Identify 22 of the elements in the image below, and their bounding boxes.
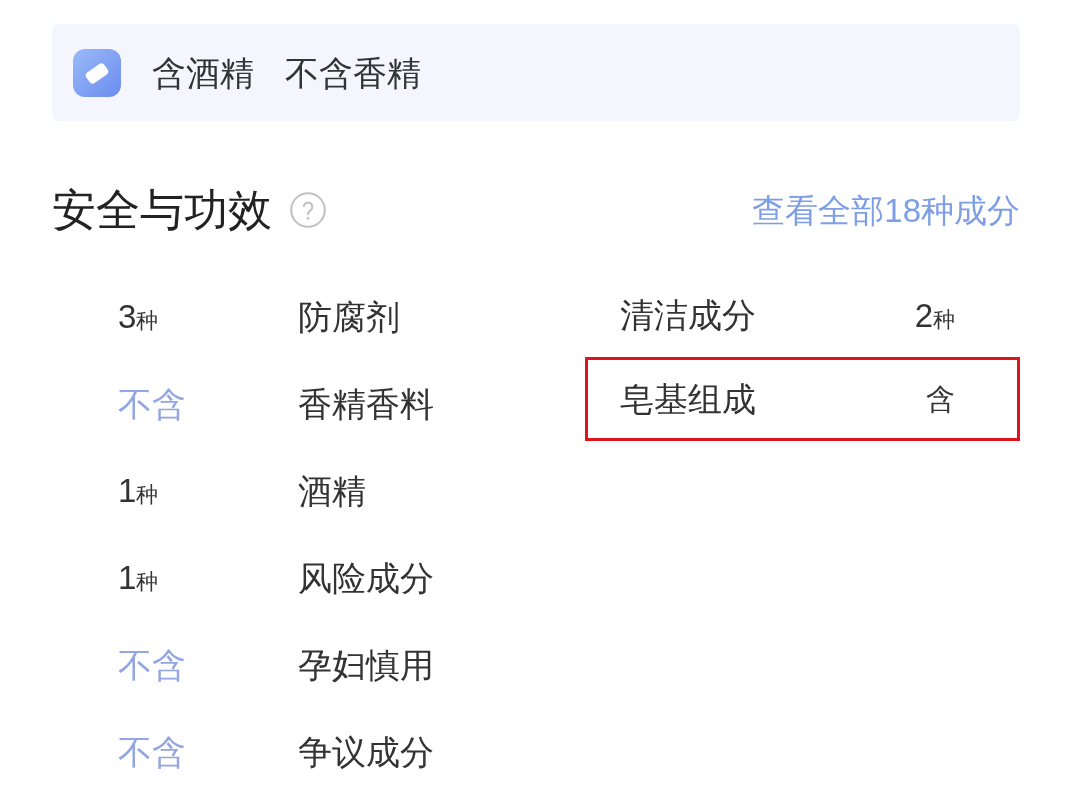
absent-text: 不含	[118, 647, 186, 682]
absent-text: 不含	[118, 734, 186, 769]
ingredient-label: 风险成分	[298, 560, 434, 595]
ingredient-label: 争议成分	[298, 734, 434, 769]
summary-tag: 不含香精	[285, 55, 421, 90]
view-all-link[interactable]: 查看全部18种成分	[752, 193, 1020, 227]
ingredient-label: 香精香料	[298, 386, 434, 421]
help-icon[interactable]	[290, 192, 326, 228]
ingredient-label: 防腐剂	[298, 299, 400, 334]
ingredient-label: 酒精	[298, 473, 366, 508]
tag-icon	[73, 48, 121, 97]
count-text: 2种	[914, 298, 955, 332]
present-text: 含	[926, 384, 955, 414]
ingredient-label: 皂基组成	[620, 382, 756, 416]
ingredient-label: 孕妇慎用	[298, 647, 434, 682]
count-text: 1种	[118, 474, 159, 507]
ingredient-label: 清洁成分	[620, 298, 756, 332]
count-text: 1种	[118, 561, 159, 594]
absent-text: 不含	[118, 386, 186, 421]
section-title: 安全与功效	[52, 188, 272, 232]
summary-tag: 含酒精	[152, 55, 254, 90]
count-text: 3种	[118, 300, 159, 333]
